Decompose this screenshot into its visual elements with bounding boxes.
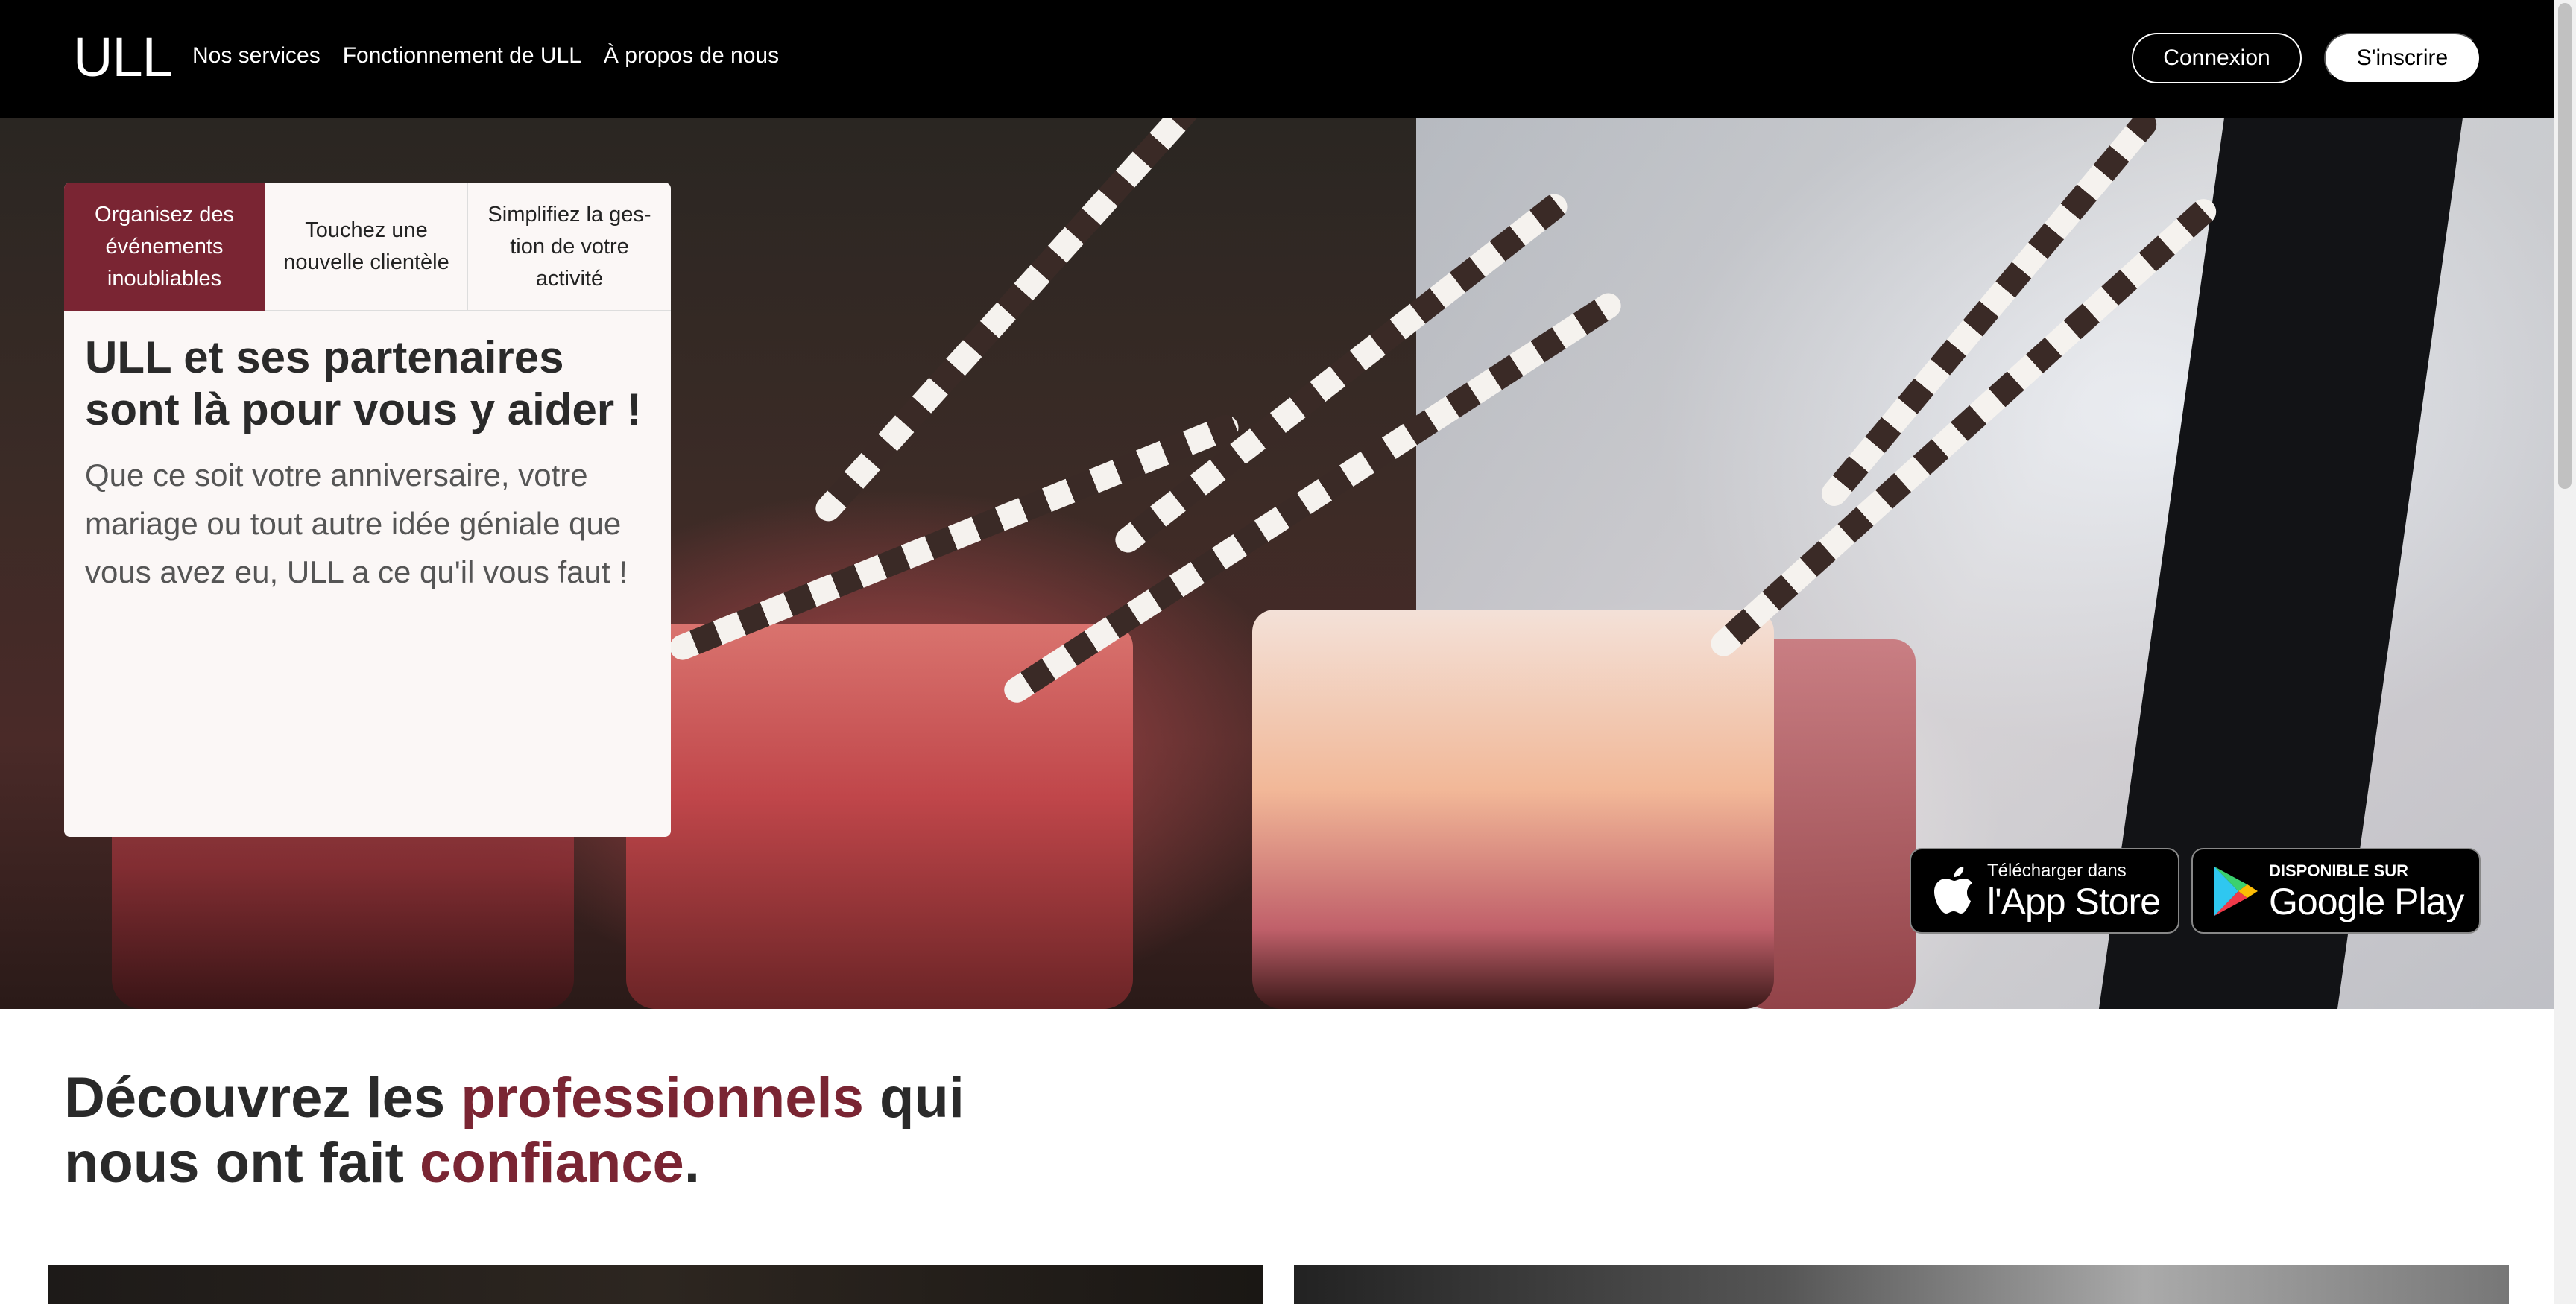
- app-store-small-label: Télécharger dans: [1987, 860, 2127, 881]
- feature-card: Organisez des événements inoubliables To…: [64, 183, 671, 837]
- professional-photo[interactable]: [48, 1265, 1263, 1304]
- nav-link-how-it-works[interactable]: Fonctionnement de ULL: [343, 43, 581, 69]
- card-description: Que ce soit votre anniversaire, votre ma…: [85, 458, 628, 589]
- tab-events[interactable]: Organisez des événements inoubliables: [64, 183, 265, 311]
- app-store-texts: Télécharger dans l'App Store: [1987, 860, 2161, 922]
- login-button[interactable]: Connexion: [2132, 33, 2302, 83]
- google-play-small-label: DISPONIBLE SUR: [2269, 861, 2409, 880]
- feature-tabs: Organisez des événements inoubliables To…: [64, 183, 671, 311]
- app-store-badge[interactable]: Télécharger dans l'App Store: [1910, 848, 2179, 934]
- google-play-texts: DISPONIBLE SUR Google Play: [2269, 861, 2464, 922]
- google-play-big-label: Google Play: [2269, 880, 2464, 922]
- logo[interactable]: ULL: [73, 25, 173, 89]
- scrollbar-thumb[interactable]: [2558, 3, 2572, 489]
- app-store-big-label: l'App Store: [1987, 880, 2161, 922]
- main-nav: Nos services Fonctionnement de ULL À pro…: [192, 43, 779, 69]
- hero-glass: [626, 624, 1133, 1009]
- section-title: Découvrez les professionnels qui nous on…: [64, 1066, 1033, 1195]
- section-title-part: Découvrez les: [64, 1066, 461, 1130]
- nav-link-about[interactable]: À propos de nous: [604, 43, 779, 69]
- top-navbar: ULL Nos services Fonctionnement de ULL À…: [0, 0, 2554, 118]
- section-title-part: .: [684, 1131, 700, 1194]
- signup-button[interactable]: S'inscrire: [2324, 33, 2481, 83]
- google-play-badge[interactable]: DISPONIBLE SUR Google Play: [2191, 848, 2481, 934]
- page-scrollbar[interactable]: [2554, 0, 2576, 1304]
- section-title-accent: professionnels: [461, 1066, 864, 1130]
- card-title: ULL et ses partenaires sont là pour vous…: [85, 332, 642, 434]
- section-title-accent: confiance: [420, 1131, 684, 1194]
- apple-icon: [1928, 865, 1980, 917]
- professional-photo[interactable]: [1294, 1265, 2509, 1304]
- nav-link-services[interactable]: Nos services: [192, 43, 321, 69]
- hero-glass: [1252, 610, 1774, 1009]
- hero-straw: [810, 118, 1259, 527]
- tab-new-clients[interactable]: Touchez une nouvelle clientèle: [265, 183, 468, 311]
- google-play-icon: [2209, 865, 2261, 917]
- tab-manage-business[interactable]: Simplifiez la ges-tion de votre activité: [468, 183, 671, 311]
